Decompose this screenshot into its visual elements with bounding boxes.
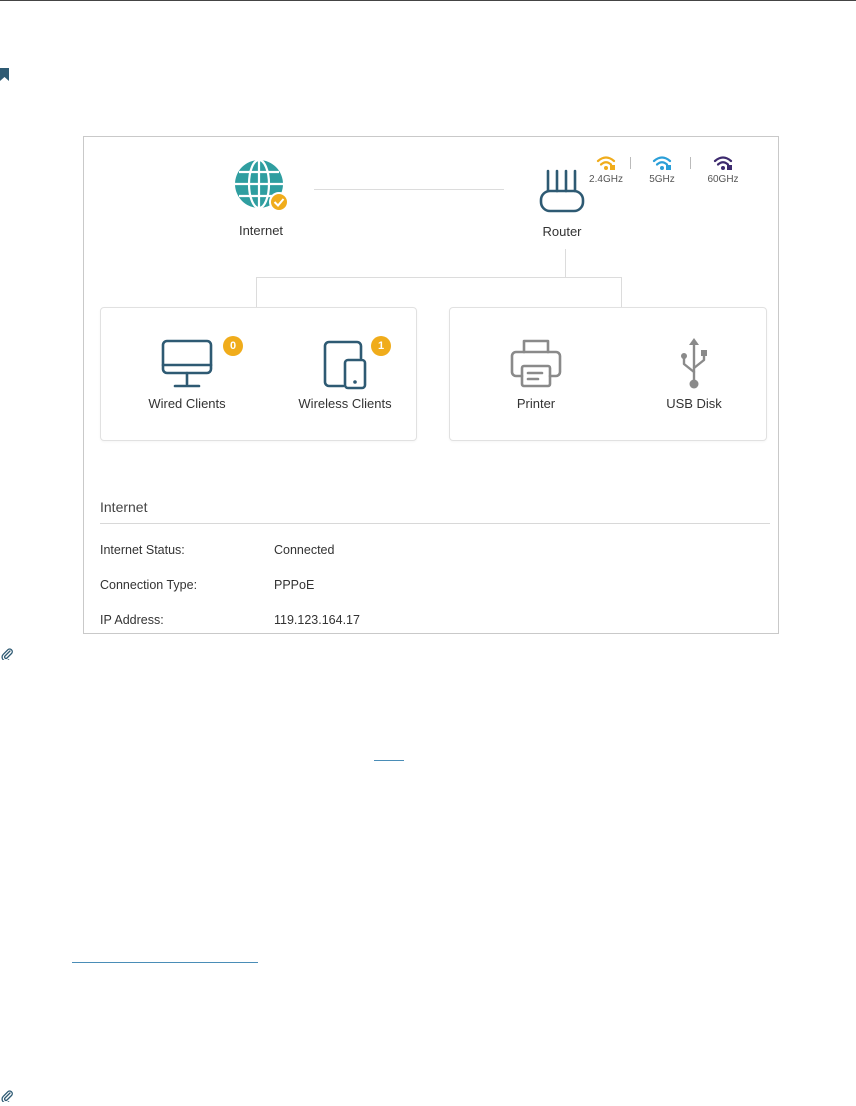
usb-icon (681, 338, 707, 389)
band-separator (630, 157, 631, 169)
band-label: 2.4GHz (589, 174, 623, 185)
globe-icon (235, 158, 289, 212)
wireless-clients-count-badge: 1 (371, 336, 391, 356)
connection-type-key: Connection Type: (100, 578, 198, 592)
wifi-icon (652, 156, 672, 170)
router-icon (539, 169, 585, 213)
section-divider (100, 523, 770, 524)
inline-link-underline[interactable] (72, 962, 258, 963)
cards-bus-line (256, 277, 622, 278)
band-2-4ghz[interactable]: 2.4GHz (584, 155, 628, 185)
ip-address-key: IP Address: (100, 613, 164, 627)
band-label: 5GHz (649, 174, 675, 185)
ip-address-value: 119.123.164.17 (274, 613, 360, 627)
band-60ghz[interactable]: 60GHz (698, 155, 748, 185)
wired-clients-label: Wired Clients (148, 396, 226, 411)
internet-router-link (314, 189, 504, 190)
paperclip-icon (1, 648, 13, 660)
wifi-icon (596, 156, 616, 170)
connection-type-value: PPPoE (274, 578, 315, 592)
left-card-drop (256, 277, 257, 307)
router-status-panel: Internet Router 2.4GHz 5GHz 60GHz Wired … (83, 136, 779, 634)
wifi-icon (713, 156, 733, 170)
paperclip-icon (1, 1090, 13, 1102)
monitor-icon (161, 339, 213, 388)
inline-link-underline[interactable] (374, 760, 404, 761)
bookmark-icon (0, 68, 9, 81)
peripherals-card: Printer USB Disk (449, 307, 767, 441)
usb-disk-device[interactable]: USB Disk (624, 338, 764, 411)
wired-clients-device[interactable]: Wired Clients 0 (117, 336, 257, 411)
printer-icon (510, 339, 562, 388)
usb-disk-label: USB Disk (666, 396, 722, 411)
page-top-rule (0, 0, 856, 1)
internet-node[interactable]: Internet (222, 157, 300, 238)
wired-clients-count-badge: 0 (223, 336, 243, 356)
band-label: 60GHz (707, 174, 739, 185)
wireless-clients-device[interactable]: Wireless Clients 1 (275, 336, 415, 411)
internet-label: Internet (238, 223, 284, 238)
band-separator (690, 157, 691, 169)
internet-status-value: Connected (274, 543, 335, 557)
printer-device[interactable]: Printer (466, 338, 606, 411)
printer-label: Printer (516, 396, 556, 411)
router-drop-line (565, 249, 566, 277)
internet-status-key: Internet Status: (100, 543, 185, 557)
clients-card: Wired Clients 0 Wireless Clients 1 (100, 307, 417, 441)
internet-section-title: Internet (100, 499, 148, 515)
router-label: Router (542, 224, 582, 239)
right-card-drop (621, 277, 622, 307)
tablet-phone-icon (323, 340, 367, 390)
wireless-clients-label: Wireless Clients (298, 396, 392, 411)
band-5ghz[interactable]: 5GHz (640, 155, 684, 185)
